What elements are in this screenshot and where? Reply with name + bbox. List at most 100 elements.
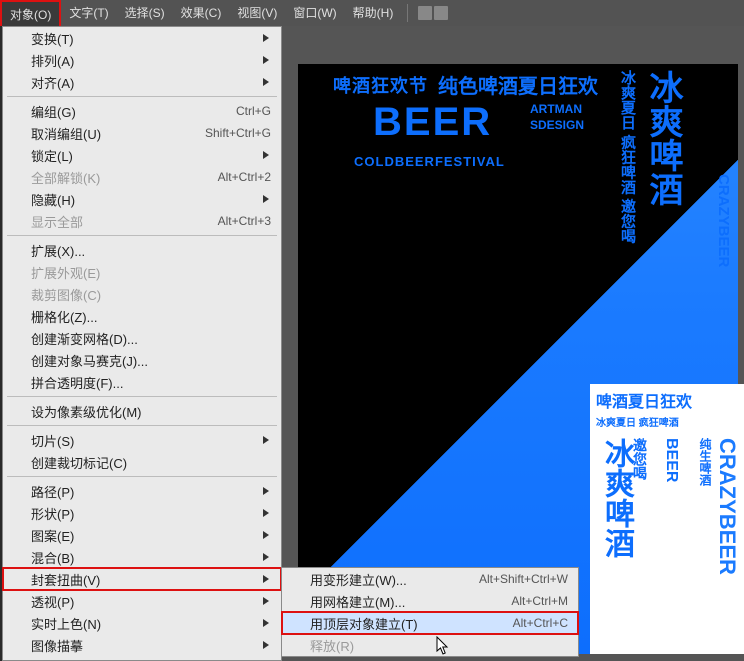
menu-2[interactable]: 选择(S) bbox=[117, 0, 173, 26]
menu-item-label: 创建渐变网格(D)... bbox=[31, 329, 138, 348]
object-menu-item[interactable]: 混合(B) bbox=[3, 546, 281, 568]
object-menu-item[interactable]: 隐藏(H) bbox=[3, 188, 281, 210]
object-menu-sep bbox=[7, 235, 277, 236]
menu-item-label: 形状(P) bbox=[31, 504, 74, 523]
menubar-divider bbox=[407, 4, 408, 22]
object-menu-item[interactable]: 设为像素级优化(M) bbox=[3, 400, 281, 422]
artwork-text: SDESIGN bbox=[530, 118, 584, 132]
envelope-submenu-item[interactable]: 用顶层对象建立(T) Alt+Ctrl+C bbox=[282, 612, 578, 634]
submenu-arrow-icon bbox=[263, 597, 269, 605]
menu-item-label: 释放(R) bbox=[310, 636, 354, 655]
menu-item-label: 设为像素级优化(M) bbox=[31, 402, 142, 421]
artwork-text: CRAZYBEER bbox=[714, 438, 740, 575]
object-menu-item[interactable]: 路径(P) bbox=[3, 480, 281, 502]
object-menu-item[interactable]: 切片(S) bbox=[3, 429, 281, 451]
menu-item-label: 创建裁切标记(C) bbox=[31, 453, 127, 472]
canvas-area[interactable]: 啤酒狂欢节 纯色啤酒夏日狂欢 BEER ARTMAN SDESIGN COLDB… bbox=[282, 26, 744, 661]
menu-item-shortcut: Alt+Ctrl+C bbox=[513, 616, 568, 630]
artwork-text: 啤酒狂欢节 bbox=[333, 72, 428, 98]
submenu-arrow-icon bbox=[263, 641, 269, 649]
submenu-arrow-icon bbox=[263, 509, 269, 517]
object-menu-item[interactable]: 扩展(X)... bbox=[3, 239, 281, 261]
menu-item-label: 封套扭曲(V) bbox=[31, 570, 100, 589]
panel-icon bbox=[418, 6, 432, 20]
menu-item-label: 排列(A) bbox=[31, 51, 74, 70]
menu-item-label: 栅格化(Z)... bbox=[31, 307, 97, 326]
object-menu-item[interactable]: 封套扭曲(V) bbox=[3, 568, 281, 590]
object-menu-item: 全部解锁(K)Alt+Ctrl+2 bbox=[3, 166, 281, 188]
menu-item-label: 扩展(X)... bbox=[31, 241, 85, 260]
envelope-submenu-item: 释放(R) bbox=[282, 634, 578, 656]
submenu-arrow-icon bbox=[263, 195, 269, 203]
submenu-arrow-icon bbox=[263, 531, 269, 539]
menu-item-label: 切片(S) bbox=[31, 431, 74, 450]
artwork-text: COLDBEERFESTIVAL bbox=[354, 154, 505, 169]
envelope-distort-submenu: 用变形建立(W)...Alt+Shift+Ctrl+W 用网格建立(M)... Al… bbox=[281, 567, 579, 657]
menu-6[interactable]: 帮助(H) bbox=[345, 0, 402, 26]
menu-item-label: 扩展外观(E) bbox=[31, 263, 100, 282]
menu-4[interactable]: 视图(V) bbox=[229, 0, 285, 26]
artwork-text: ARTMAN bbox=[530, 102, 582, 116]
submenu-arrow-icon bbox=[263, 553, 269, 561]
menu-1[interactable]: 文字(T) bbox=[61, 0, 116, 26]
menu-item-label: 变换(T) bbox=[31, 29, 74, 48]
menu-item-shortcut: Alt+Ctrl+2 bbox=[218, 170, 271, 184]
menubar: 对象(O)文字(T)选择(S)效果(C)视图(V)窗口(W)帮助(H) bbox=[0, 0, 744, 26]
menu-item-label: 拼合透明度(F)... bbox=[31, 373, 123, 392]
artwork-text: 纯生啤酒 bbox=[697, 438, 714, 486]
object-menu-item[interactable]: 实时上色(N) bbox=[3, 612, 281, 634]
artwork-text: 纯色啤酒夏日狂欢 bbox=[438, 70, 598, 99]
submenu-arrow-icon bbox=[263, 487, 269, 495]
artwork-text: 冰爽啤酒 bbox=[639, 70, 688, 206]
object-menu-item[interactable]: 创建裁切标记(C) bbox=[3, 451, 281, 473]
object-menu-item[interactable]: 变换(T) bbox=[3, 27, 281, 49]
object-menu-item: 扩展外观(E) bbox=[3, 261, 281, 283]
panel-icon bbox=[434, 6, 448, 20]
menu-item-label: 锁定(L) bbox=[31, 146, 73, 165]
object-menu-sep bbox=[7, 476, 277, 477]
menu-item-label: 取消编组(U) bbox=[31, 124, 101, 143]
menu-item-label: 用变形建立(W)... bbox=[310, 570, 407, 589]
menu-3[interactable]: 效果(C) bbox=[173, 0, 230, 26]
menu-item-label: 编组(G) bbox=[31, 102, 76, 121]
envelope-submenu-item[interactable]: 用变形建立(W)...Alt+Shift+Ctrl+W bbox=[282, 568, 578, 590]
object-menu-item[interactable]: 拼合透明度(F)... bbox=[3, 371, 281, 393]
menu-item-label: 裁剪图像(C) bbox=[31, 285, 101, 304]
menu-0[interactable]: 对象(O) bbox=[0, 0, 61, 26]
object-menu-item[interactable]: 排列(A) bbox=[3, 49, 281, 71]
object-menu-item[interactable]: 图案(E) bbox=[3, 524, 281, 546]
object-menu-item[interactable]: 图像描摹 bbox=[3, 634, 281, 656]
menu-item-shortcut: Alt+Ctrl+M bbox=[511, 594, 568, 608]
menu-item-label: 用网格建立(M)... bbox=[310, 592, 405, 611]
menu-item-label: 实时上色(N) bbox=[31, 614, 101, 633]
object-menu-item[interactable]: 透视(P) bbox=[3, 590, 281, 612]
object-menu-sep bbox=[7, 425, 277, 426]
artwork-text: 啤酒夏日狂欢 bbox=[590, 384, 744, 412]
submenu-arrow-icon bbox=[263, 34, 269, 42]
menu-item-shortcut: Ctrl+G bbox=[236, 104, 271, 118]
object-menu-item: 显示全部Alt+Ctrl+3 bbox=[3, 210, 281, 232]
artwork-text: BEER bbox=[662, 438, 680, 482]
workspace-switcher[interactable] bbox=[418, 6, 448, 20]
object-menu-dropdown: 变换(T) 排列(A)对齐(A) 编组(G) Ctrl+G 取消编组(U)Shift+C… bbox=[2, 26, 282, 661]
menu-item-label: 显示全部 bbox=[31, 212, 83, 231]
object-menu-item[interactable]: 创建对象马赛克(J)... bbox=[3, 349, 281, 371]
object-menu-item[interactable]: 创建渐变网格(D)... bbox=[3, 327, 281, 349]
object-menu-item[interactable]: 编组(G) Ctrl+G bbox=[3, 100, 281, 122]
artboard-copy[interactable]: 啤酒夏日狂欢 冰爽夏日 疯狂啤酒 冰爽啤酒 邀您喝 CRAZYBEER 纯生啤酒… bbox=[590, 384, 744, 654]
menu-item-label: 隐藏(H) bbox=[31, 190, 75, 209]
object-menu-item[interactable]: 形状(P) bbox=[3, 502, 281, 524]
object-menu-item[interactable]: 取消编组(U)Shift+Ctrl+G bbox=[3, 122, 281, 144]
object-menu-sep bbox=[7, 396, 277, 397]
object-menu-item[interactable]: 栅格化(Z)... bbox=[3, 305, 281, 327]
object-menu-sep bbox=[7, 96, 277, 97]
menu-5[interactable]: 窗口(W) bbox=[285, 0, 344, 26]
submenu-arrow-icon bbox=[263, 575, 269, 583]
envelope-submenu-item[interactable]: 用网格建立(M)... Alt+Ctrl+M bbox=[282, 590, 578, 612]
object-menu-item[interactable]: 锁定(L) bbox=[3, 144, 281, 166]
menu-item-label: 用顶层对象建立(T) bbox=[310, 614, 418, 633]
submenu-arrow-icon bbox=[263, 619, 269, 627]
object-menu-item[interactable]: 对齐(A) bbox=[3, 71, 281, 93]
artwork-text: BEER bbox=[373, 100, 492, 145]
menu-item-label: 创建对象马赛克(J)... bbox=[31, 351, 148, 370]
